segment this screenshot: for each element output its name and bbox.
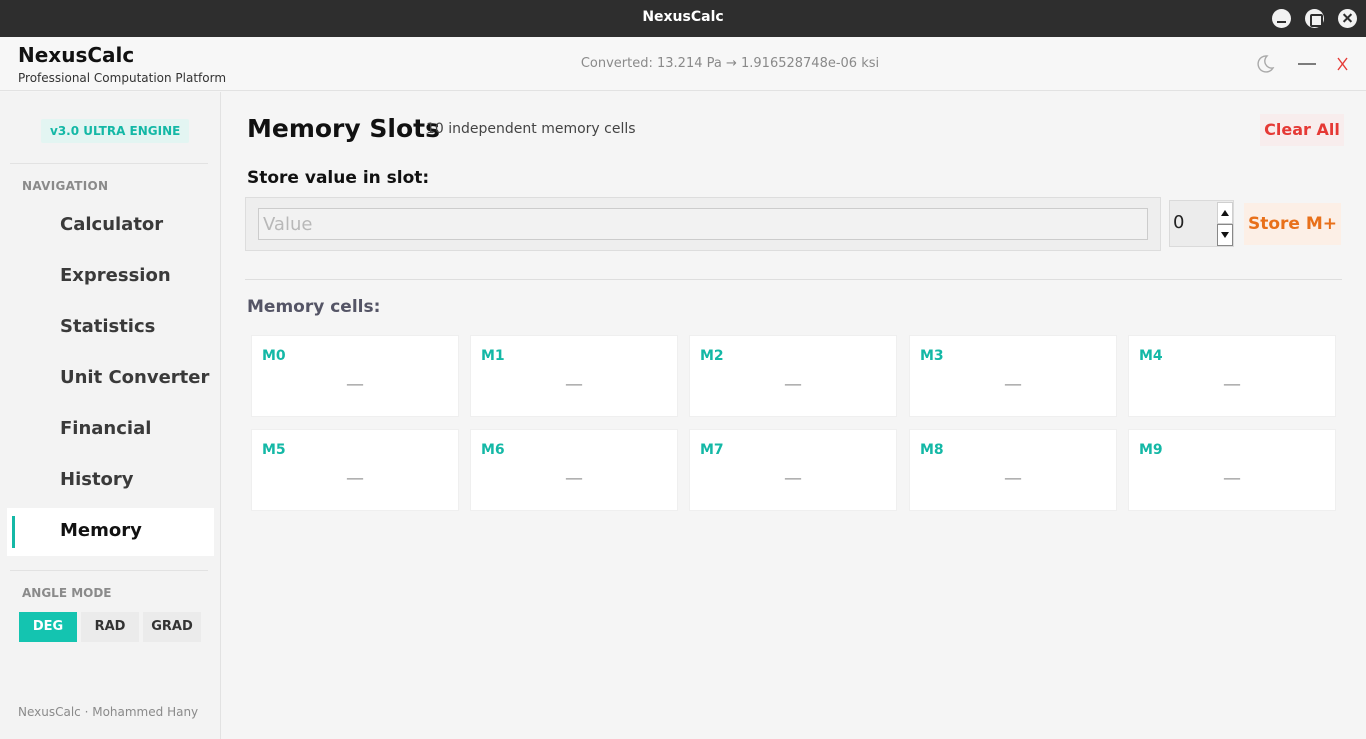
sidebar-item-label: Unit Converter [60,367,210,388]
footer-credit: NexusCalc · Mohammed Hany [18,705,199,719]
memory-cell-value: — [565,374,583,395]
memory-cell-m9[interactable]: M9 — [1128,429,1336,511]
memory-cell-name: M0 [262,348,286,364]
spin-down-button[interactable] [1217,224,1233,246]
memory-cell-value: — [1223,374,1241,395]
memory-cell-name: M4 [1139,348,1163,364]
sidebar: v3.0 ULTRA ENGINE NAVIGATION Calculator … [0,92,221,739]
memory-cell-value: — [346,374,364,395]
os-close-button[interactable] [1338,9,1357,28]
sidebar-item-financial[interactable]: Financial [7,406,214,454]
memory-cell-name: M9 [1139,442,1163,458]
memory-cell-value: — [784,374,802,395]
memory-cell-name: M8 [920,442,944,458]
memory-cell-m8[interactable]: M8 — [909,429,1117,511]
memory-cell-m1[interactable]: M1 — [470,335,678,417]
store-label: Store value in slot: [247,168,430,188]
angle-rad-button[interactable]: RAD [81,612,139,642]
memory-cell-m3[interactable]: M3 — [909,335,1117,417]
memory-cell-grid: M0 — M1 — M2 — M3 — M4 — M5 — M6 — M7 — [251,335,1337,511]
sidebar-item-label: Statistics [60,316,156,337]
value-input[interactable] [258,208,1148,240]
memory-cell-name: M2 [700,348,724,364]
memory-cell-name: M7 [700,442,724,458]
os-maximize-button[interactable] [1305,9,1324,28]
slot-spinbox[interactable]: 0 [1169,200,1234,247]
memory-cell-name: M5 [262,442,286,458]
memory-cell-name: M1 [481,348,505,364]
status-message: Converted: 13.214 Pa → 1.916528748e-06 k… [580,56,880,71]
sidebar-item-label: Expression [60,265,171,286]
sidebar-divider [10,570,208,571]
memory-cell-value: — [1004,374,1022,395]
sidebar-divider [10,163,208,164]
sidebar-item-history[interactable]: History [7,457,214,505]
page-title: Memory Slots [247,114,440,143]
sidebar-item-calculator[interactable]: Calculator [7,202,214,250]
slot-value: 0 [1173,212,1185,233]
sidebar-item-label: Memory [60,520,142,541]
memory-cell-name: M3 [920,348,944,364]
angle-grad-button[interactable]: GRAD [143,612,201,642]
memory-cell-value: — [346,468,364,489]
memory-cell-m6[interactable]: M6 — [470,429,678,511]
angle-mode-heading: ANGLE MODE [22,586,112,600]
sidebar-item-unit-converter[interactable]: Unit Converter [7,355,214,403]
memory-cell-value: — [784,468,802,489]
nav-heading: NAVIGATION [22,179,109,193]
close-icon[interactable] [1332,53,1354,75]
memory-cell-m5[interactable]: M5 — [251,429,459,511]
memory-cell-m7[interactable]: M7 — [689,429,897,511]
moon-icon[interactable] [1254,53,1276,75]
sidebar-item-statistics[interactable]: Statistics [7,304,214,352]
memory-cell-m2[interactable]: M2 — [689,335,897,417]
window-title: NexusCalc [642,9,724,25]
os-minimize-button[interactable] [1272,9,1291,28]
minimize-icon[interactable] [1296,53,1318,75]
spin-up-button[interactable] [1217,202,1233,224]
section-divider [245,279,1342,280]
memory-cell-m4[interactable]: M4 — [1128,335,1336,417]
value-frame [245,197,1161,251]
memory-cell-value: — [1004,468,1022,489]
memory-panel: Memory Slots 10 independent memory cells… [221,92,1366,739]
memory-cells-label: Memory cells: [247,297,381,317]
sidebar-item-label: Calculator [60,214,164,235]
clear-all-button[interactable]: Clear All [1260,114,1344,146]
version-badge: v3.0 ULTRA ENGINE [41,119,190,143]
app-tagline: Professional Computation Platform [18,71,227,85]
app-header: NexusCalc Professional Computation Platf… [0,37,1366,91]
sidebar-item-label: Financial [60,418,152,439]
page-subtitle: 10 independent memory cells [426,121,636,137]
sidebar-item-expression[interactable]: Expression [7,253,214,301]
app-name: NexusCalc [18,43,135,67]
memory-cell-name: M6 [481,442,505,458]
sidebar-item-memory[interactable]: Memory [7,508,214,556]
memory-cell-m0[interactable]: M0 — [251,335,459,417]
store-button[interactable]: Store M+ [1244,203,1341,245]
memory-cell-value: — [1223,468,1241,489]
os-title-bar: NexusCalc [0,0,1366,37]
memory-cell-value: — [565,468,583,489]
sidebar-item-label: History [60,469,134,490]
angle-deg-button[interactable]: DEG [19,612,77,642]
